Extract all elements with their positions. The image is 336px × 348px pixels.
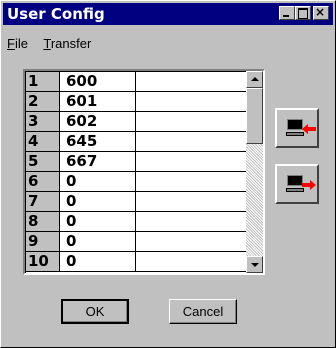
scroll-up-button[interactable] (246, 71, 263, 88)
ok-button[interactable]: OK (61, 299, 129, 324)
row-index: 2 (26, 92, 60, 112)
config-grid: 1 600 2 601 3 602 4 645 5 667 6 0 7 0 8 0 9 0 10 0 (23, 69, 265, 275)
value-cell[interactable]: 0 (60, 172, 136, 192)
user-config-window: User Config × File Transfer 1 600 2 601 3 602… (0, 0, 336, 348)
empty-cell[interactable] (136, 92, 248, 112)
value-cell[interactable]: 667 (60, 152, 136, 172)
row-index: 8 (26, 212, 60, 232)
row-index: 6 (26, 172, 60, 192)
value-cell[interactable]: 600 (60, 72, 136, 92)
row-index: 3 (26, 112, 60, 132)
maximize-icon (298, 8, 308, 19)
computer-icon (287, 175, 303, 186)
computer-icon (287, 119, 303, 130)
menu-file[interactable]: File (7, 36, 28, 51)
maximize-button[interactable] (295, 6, 311, 20)
value-cell[interactable]: 0 (60, 192, 136, 212)
table-row: 4 645 (26, 132, 248, 152)
minimize-icon (283, 15, 289, 17)
table-row: 80 (26, 212, 248, 232)
table-row: 10 0 (26, 252, 248, 272)
row-index: 10 (26, 252, 60, 272)
empty-cell[interactable] (136, 212, 248, 232)
empty-cell[interactable] (136, 232, 248, 252)
menu-transfer[interactable]: Transfer (43, 36, 91, 51)
grid-rows: 1 600 2 601 3 602 4 645 5 667 6 0 7 0 8 0 9 0 10 0 (25, 71, 248, 273)
value-cell[interactable]: 0 (60, 212, 136, 232)
empty-cell[interactable] (136, 112, 248, 132)
empty-cell[interactable] (136, 172, 248, 192)
value-cell[interactable]: 645 (60, 132, 136, 152)
value-cell[interactable]: 601 (60, 92, 136, 112)
row-index: 9 (26, 232, 60, 252)
close-icon: × (315, 5, 326, 19)
cancel-button[interactable]: Cancel (169, 299, 237, 324)
table-row: 2 601 (26, 92, 248, 112)
empty-cell[interactable] (136, 132, 248, 152)
vertical-scrollbar[interactable] (246, 71, 263, 273)
row-index: 1 (26, 72, 60, 92)
empty-cell[interactable] (136, 152, 248, 172)
table-row: 1 600 (26, 72, 248, 92)
scroll-thumb[interactable] (246, 88, 263, 144)
title-bar[interactable]: User Config × (3, 3, 333, 25)
value-cell[interactable]: 0 (60, 252, 136, 272)
row-index: 7 (26, 192, 60, 212)
empty-cell[interactable] (136, 252, 248, 272)
right-arrow-icon (302, 180, 316, 190)
table-row: 90 (26, 232, 248, 252)
table-row: 60 (26, 172, 248, 192)
value-cell[interactable]: 0 (60, 232, 136, 252)
download-button[interactable] (275, 164, 319, 204)
left-arrow-icon (302, 124, 316, 134)
close-button[interactable]: × (313, 5, 329, 20)
table-row: 5 667 (26, 152, 248, 172)
empty-cell[interactable] (136, 72, 248, 92)
table-row: 3 602 (26, 112, 248, 132)
window-title: User Config (7, 5, 105, 23)
row-index: 4 (26, 132, 60, 152)
upload-button[interactable] (275, 108, 319, 148)
arrow-up-icon (251, 77, 259, 81)
scroll-down-button[interactable] (246, 256, 263, 273)
arrow-down-icon (251, 263, 259, 267)
menu-bar: File Transfer (7, 36, 103, 51)
empty-cell[interactable] (136, 192, 248, 212)
minimize-button[interactable] (279, 6, 295, 20)
table-row: 70 (26, 192, 248, 212)
value-cell[interactable]: 602 (60, 112, 136, 132)
row-index: 5 (26, 152, 60, 172)
